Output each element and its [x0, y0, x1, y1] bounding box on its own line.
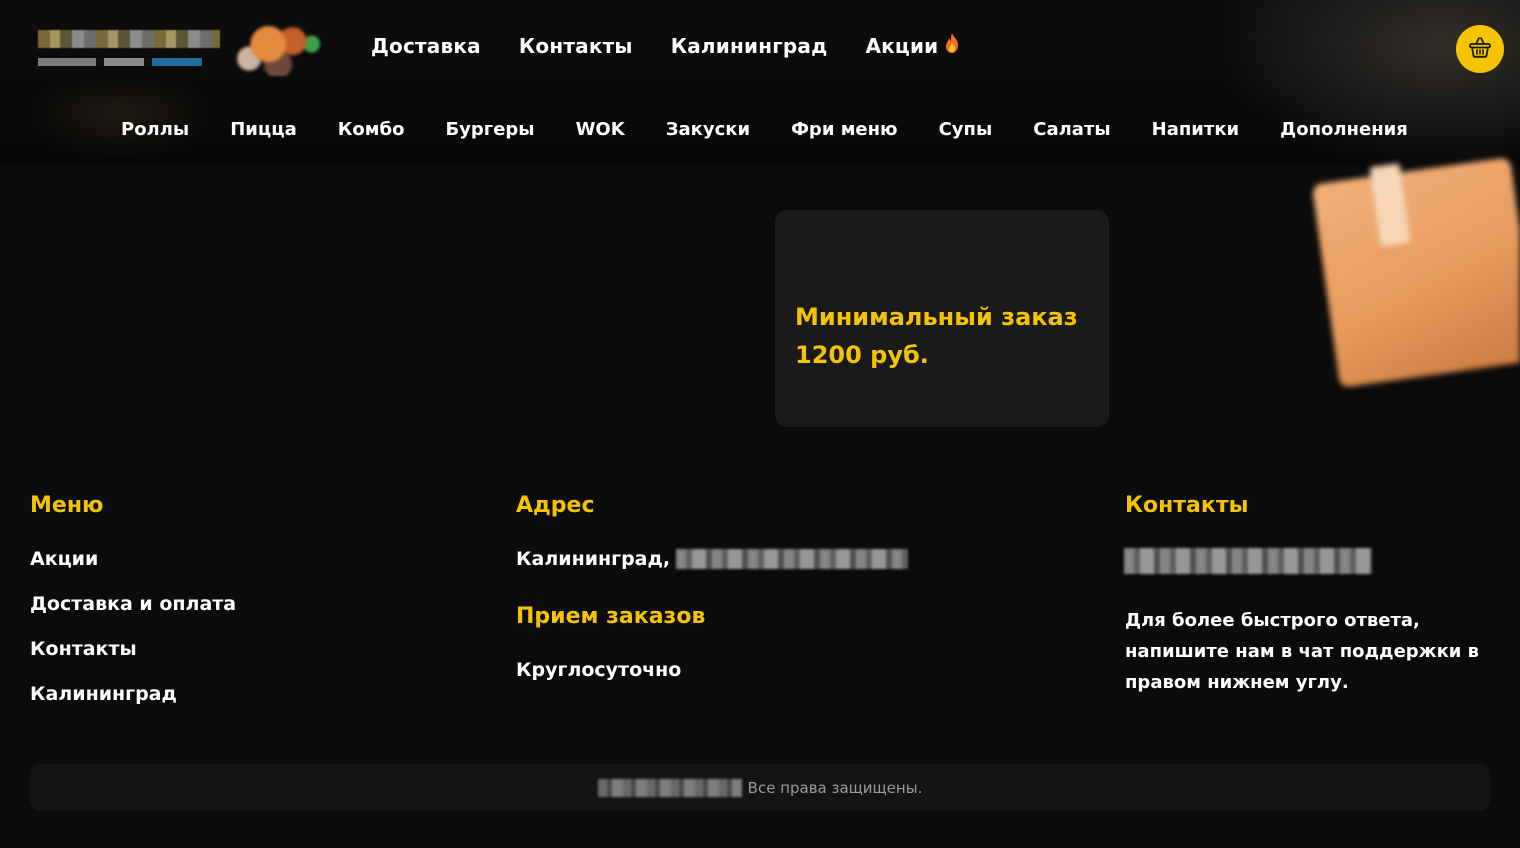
nav-city[interactable]: Калининград	[671, 34, 828, 58]
footer-contacts-title: Контакты	[1125, 493, 1249, 518]
category-combo[interactable]: Комбо	[338, 119, 405, 140]
site-header: Доставка Контакты Калининград Акции Ролл…	[0, 0, 1520, 165]
site-logo[interactable]	[38, 18, 328, 76]
category-salads[interactable]: Салаты	[1033, 119, 1110, 140]
footer-link-city[interactable]: Калининград	[30, 683, 177, 705]
category-snacks[interactable]: Закуски	[666, 119, 750, 140]
page: Доставка Контакты Калининград Акции Ролл…	[0, 0, 1520, 848]
category-extras[interactable]: Дополнения	[1280, 119, 1408, 140]
nav-promotions[interactable]: Акции	[865, 32, 960, 58]
category-drinks[interactable]: Напитки	[1152, 119, 1240, 140]
delivery-box-image	[1280, 150, 1520, 400]
copyright-text: Все права защищены.	[747, 778, 923, 797]
min-order-card: Минимальный заказ 1200 руб.	[775, 210, 1109, 427]
header-background-glow-left	[20, 70, 220, 160]
category-soups[interactable]: Супы	[939, 119, 993, 140]
footer-link-promotions[interactable]: Акции	[30, 548, 98, 570]
category-fry-menu[interactable]: Фри меню	[791, 119, 897, 140]
address-redacted	[676, 549, 909, 569]
footer-menu-title: Меню	[30, 493, 104, 518]
logo-subtext-blurred	[38, 58, 202, 66]
footer-contact-note: Для более быстрого ответа, напишите нам …	[1125, 610, 1480, 693]
copyright-bar: Все права защищены.	[30, 764, 1490, 811]
footer-link-contacts[interactable]: Контакты	[30, 638, 137, 660]
footer-address: Калининград,	[516, 548, 909, 570]
logo-image-blurred	[230, 18, 326, 76]
min-order-text: Минимальный заказ 1200 руб.	[795, 303, 1078, 369]
category-burgers[interactable]: Бургеры	[445, 119, 534, 140]
category-pizza[interactable]: Пицца	[230, 119, 297, 140]
nav-contacts[interactable]: Контакты	[519, 34, 633, 58]
cart-button[interactable]	[1456, 25, 1504, 73]
logo-text-blurred	[38, 30, 220, 48]
basket-icon	[1468, 36, 1492, 62]
footer-link-delivery-payment[interactable]: Доставка и оплата	[30, 593, 236, 615]
top-navigation: Доставка Контакты Калининград Акции	[371, 32, 960, 58]
nav-delivery[interactable]: Доставка	[371, 34, 481, 58]
category-wok[interactable]: WOK	[576, 119, 625, 140]
company-name-redacted	[597, 778, 742, 797]
phone-redacted[interactable]	[1124, 548, 1372, 574]
category-rolls[interactable]: Роллы	[121, 119, 189, 140]
footer-orders-hours: Круглосуточно	[516, 659, 682, 681]
category-navigation: Роллы Пицца Комбо Бургеры WOK Закуски Фр…	[121, 119, 1408, 140]
fire-icon	[944, 32, 960, 54]
footer-orders-title: Прием заказов	[516, 604, 706, 629]
footer-address-title: Адрес	[516, 493, 595, 518]
